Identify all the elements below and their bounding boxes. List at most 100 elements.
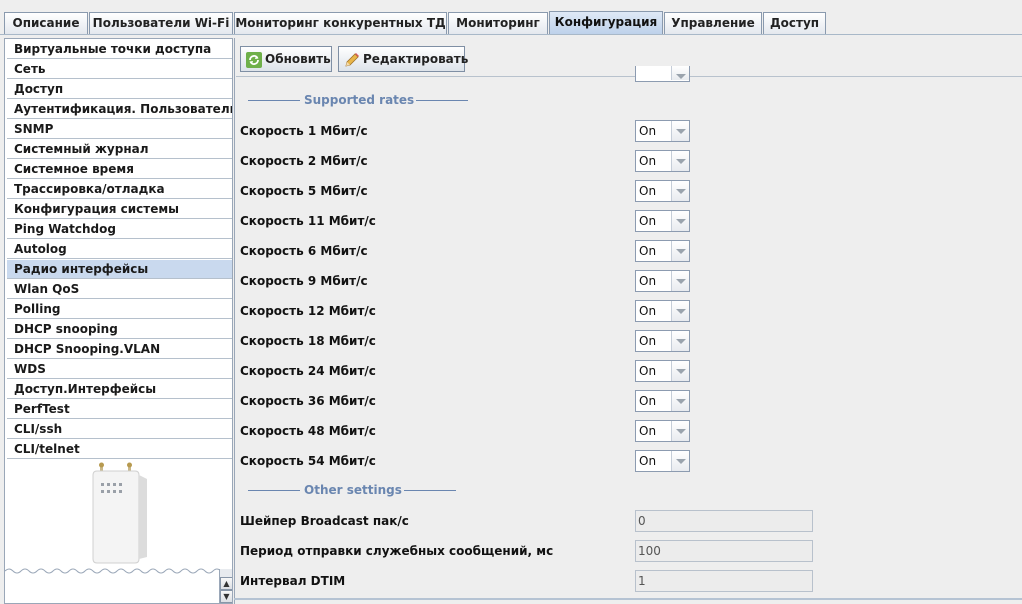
title-rule [403,490,456,491]
sidebar-item-snmp[interactable]: SNMP [7,120,232,139]
service-message-period-label: Период отправки служебных сообщений, мс [240,544,554,558]
sidebar-item-wlan-qos[interactable]: Wlan QoS [7,280,232,299]
rate-36-select[interactable]: On [635,390,690,412]
rate-54-select[interactable]: On [635,450,690,472]
chevron-down-icon [671,301,689,321]
sidebar-item-dhcp-snooping-vlan[interactable]: DHCP Snooping.VLAN [7,340,232,359]
dtim-interval-label: Интервал DTIM [240,574,346,588]
broadcast-shaper-input[interactable]: 0 [635,510,813,532]
select-value: On [639,244,657,258]
chevron-down-icon [671,121,689,141]
select-value: On [639,124,657,138]
rate-2-select[interactable]: On [635,150,690,172]
sidebar-item-auth-users[interactable]: Аутентификация. Пользователи [7,100,232,119]
chevron-down-icon [671,451,689,471]
select-value: On [639,424,657,438]
tab-wifi-users[interactable]: Пользователи Wi-Fi [89,12,233,34]
chevron-down-icon [671,421,689,441]
supported-rates-title: Supported rates [248,92,469,108]
other-settings-title: Other settings [248,482,456,498]
scroll-down-button[interactable]: ▼ [220,590,232,603]
pencil-icon [345,53,359,67]
rate-48-select[interactable]: On [635,420,690,442]
select-value: On [639,214,657,228]
rate-11-select[interactable]: On [635,210,690,232]
select-value: On [639,184,657,198]
tab-management[interactable]: Управление [664,12,762,34]
select-value: On [639,454,657,468]
sidebar-item-system-time[interactable]: Системное время [7,160,232,179]
chevron-down-icon [671,66,689,80]
rate-label: Скорость 24 Мбит/с [240,364,376,378]
chevron-down-icon [671,181,689,201]
main-panel: Обновить Редактировать Supported rates С… [234,38,1022,604]
title-rule [416,100,469,101]
sidebar-item-cli-telnet[interactable]: CLI/telnet [7,440,232,459]
sidebar-item-trace-debug[interactable]: Трассировка/отладка [7,180,232,199]
sidebar-scrollbar[interactable]: ▲ ▼ [219,569,232,603]
chevron-down-icon [671,331,689,351]
edit-button-label: Редактировать [363,52,469,66]
rate-5-select[interactable]: On [635,180,690,202]
sidebar-item-ping-watchdog[interactable]: Ping Watchdog [7,220,232,239]
rate-18-select[interactable]: On [635,330,690,352]
rate-12-select[interactable]: On [635,300,690,322]
title-rule [248,100,300,101]
chevron-down-icon [671,241,689,261]
chevron-down-icon [671,211,689,231]
previous-setting-combo[interactable] [635,66,690,82]
sidebar-item-wds[interactable]: WDS [7,360,232,379]
sidebar-item-cli-ssh[interactable]: CLI/ssh [7,420,232,439]
rate-9-select[interactable]: On [635,270,690,292]
bottom-border [234,598,1022,600]
service-message-period-input[interactable]: 100 [635,540,813,562]
rate-24-select[interactable]: On [635,360,690,382]
rate-label: Скорость 11 Мбит/с [240,214,376,228]
rate-label: Скорость 12 Мбит/с [240,304,376,318]
tab-bar: Описание Пользователи Wi-Fi Мониторинг к… [0,0,1022,35]
select-value: On [639,364,657,378]
refresh-icon [246,52,262,68]
sidebar-item-radio-interfaces[interactable]: Радио интерфейсы [7,260,232,279]
rate-label: Скорость 48 Мбит/с [240,424,376,438]
select-value: On [639,334,657,348]
tab-description[interactable]: Описание [4,12,88,34]
sidebar-item-access[interactable]: Доступ [7,80,232,99]
refresh-button[interactable]: Обновить [240,46,332,72]
edit-button[interactable]: Редактировать [338,46,469,72]
supported-rates-title-text: Supported rates [304,93,415,107]
tab-competitor-ap-monitoring[interactable]: Мониторинг конкурентных ТД [234,12,447,34]
chevron-down-icon [671,151,689,171]
rate-6-select[interactable]: On [635,240,690,262]
tab-monitoring[interactable]: Мониторинг [448,12,548,34]
toolbar-separator [236,76,1022,77]
sidebar-item-virtual-aps[interactable]: Виртуальные точки доступа [7,40,232,59]
sidebar: Виртуальные точки доступа Сеть Доступ Ау… [4,38,233,604]
dtim-interval-input[interactable]: 1 [635,570,813,592]
sidebar-item-autolog[interactable]: Autolog [7,240,232,259]
title-rule [248,490,300,491]
select-value: On [639,274,657,288]
sidebar-item-access-interfaces[interactable]: Доступ.Интерфейсы [7,380,232,399]
access-point-device-image [92,462,147,564]
rate-label: Скорость 5 Мбит/с [240,184,368,198]
select-value: On [639,394,657,408]
sidebar-item-network[interactable]: Сеть [7,60,232,79]
scroll-up-button[interactable]: ▲ [220,577,232,590]
chevron-down-icon [671,271,689,291]
sidebar-item-syslog[interactable]: Системный журнал [7,140,232,159]
rate-label: Скорость 36 Мбит/с [240,394,376,408]
tab-access[interactable]: Доступ [763,12,826,34]
rate-label: Скорость 9 Мбит/с [240,274,368,288]
rate-label: Скорость 54 Мбит/с [240,454,376,468]
rate-label: Скорость 6 Мбит/с [240,244,368,258]
chevron-down-icon [671,361,689,381]
sidebar-item-system-config[interactable]: Конфигурация системы [7,200,232,219]
tab-configuration[interactable]: Конфигурация [549,11,663,35]
rate-1-select[interactable]: On [635,120,690,142]
refresh-button-label: Обновить [265,52,331,66]
sidebar-item-perftest[interactable]: PerfTest [7,400,232,419]
tab-divider [0,34,1022,35]
sidebar-item-dhcp-snooping[interactable]: DHCP snooping [7,320,232,339]
sidebar-item-polling[interactable]: Polling [7,300,232,319]
